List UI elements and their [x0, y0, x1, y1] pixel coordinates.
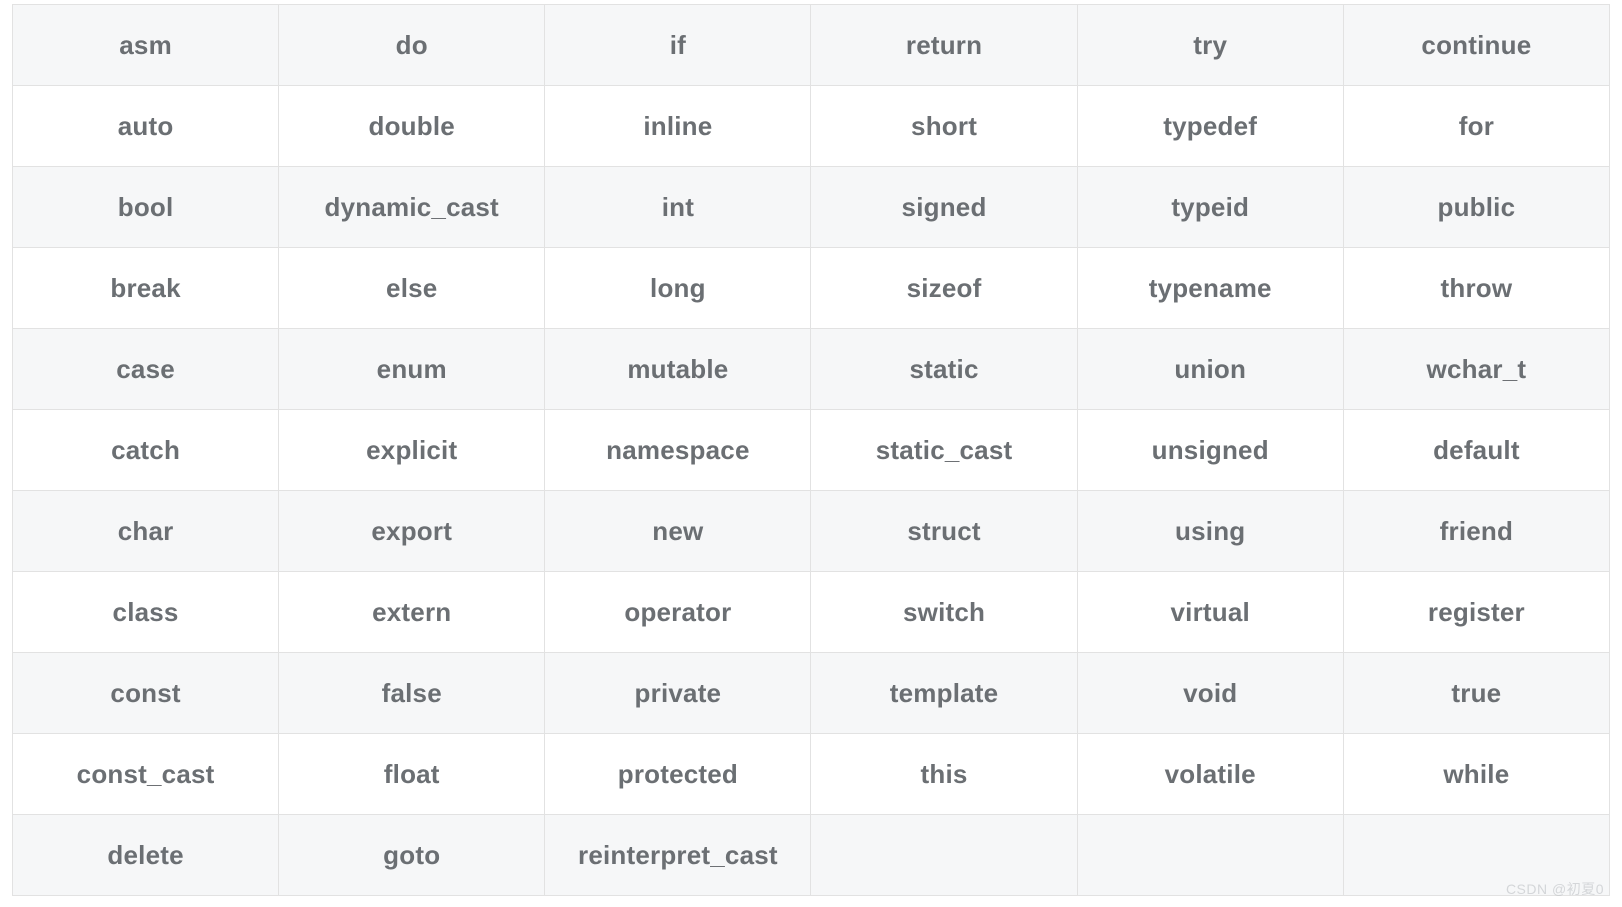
keyword-cell: case	[13, 329, 279, 410]
keyword-cell: for	[1343, 86, 1609, 167]
keyword-cell: typedef	[1077, 86, 1343, 167]
keyword-cell: signed	[811, 167, 1077, 248]
keyword-cell: using	[1077, 491, 1343, 572]
keyword-cell: bool	[13, 167, 279, 248]
keyword-cell: friend	[1343, 491, 1609, 572]
keyword-cell: void	[1077, 653, 1343, 734]
keyword-cell: const_cast	[13, 734, 279, 815]
table-row: delete goto reinterpret_cast	[13, 815, 1610, 896]
keyword-cell: continue	[1343, 5, 1609, 86]
keyword-cell: long	[545, 248, 811, 329]
keyword-cell: register	[1343, 572, 1609, 653]
table-row: class extern operator switch virtual reg…	[13, 572, 1610, 653]
keyword-cell: template	[811, 653, 1077, 734]
keyword-cell: sizeof	[811, 248, 1077, 329]
keyword-cell: return	[811, 5, 1077, 86]
keyword-cell: operator	[545, 572, 811, 653]
keyword-cell: int	[545, 167, 811, 248]
table-row: catch explicit namespace static_cast uns…	[13, 410, 1610, 491]
keyword-cell: while	[1343, 734, 1609, 815]
keyword-cell: auto	[13, 86, 279, 167]
keyword-cell: union	[1077, 329, 1343, 410]
keyword-cell: extern	[279, 572, 545, 653]
keyword-cell: enum	[279, 329, 545, 410]
keyword-cell: explicit	[279, 410, 545, 491]
keyword-cell: mutable	[545, 329, 811, 410]
table-row: bool dynamic_cast int signed typeid publ…	[13, 167, 1610, 248]
keywords-table: asm do if return try continue auto doubl…	[12, 4, 1610, 896]
keyword-cell: struct	[811, 491, 1077, 572]
keyword-cell: const	[13, 653, 279, 734]
keyword-cell: false	[279, 653, 545, 734]
keyword-cell: class	[13, 572, 279, 653]
keyword-cell: true	[1343, 653, 1609, 734]
keyword-cell: catch	[13, 410, 279, 491]
keyword-cell: protected	[545, 734, 811, 815]
keyword-cell: switch	[811, 572, 1077, 653]
keyword-cell: wchar_t	[1343, 329, 1609, 410]
keyword-cell: public	[1343, 167, 1609, 248]
keyword-cell	[811, 815, 1077, 896]
keyword-cell: static	[811, 329, 1077, 410]
keyword-cell: double	[279, 86, 545, 167]
keyword-cell: namespace	[545, 410, 811, 491]
keyword-cell: virtual	[1077, 572, 1343, 653]
keyword-cell: typename	[1077, 248, 1343, 329]
table-row: auto double inline short typedef for	[13, 86, 1610, 167]
keyword-cell	[1077, 815, 1343, 896]
keyword-cell: asm	[13, 5, 279, 86]
table-row: const false private template void true	[13, 653, 1610, 734]
keyword-cell: inline	[545, 86, 811, 167]
keyword-cell: export	[279, 491, 545, 572]
keyword-cell: dynamic_cast	[279, 167, 545, 248]
keyword-cell: break	[13, 248, 279, 329]
keyword-cell: short	[811, 86, 1077, 167]
keyword-cell: do	[279, 5, 545, 86]
table-row: const_cast float protected this volatile…	[13, 734, 1610, 815]
keyword-cell: static_cast	[811, 410, 1077, 491]
table-row: break else long sizeof typename throw	[13, 248, 1610, 329]
keyword-cell: typeid	[1077, 167, 1343, 248]
keyword-cell: char	[13, 491, 279, 572]
keyword-cell: unsigned	[1077, 410, 1343, 491]
keyword-cell: if	[545, 5, 811, 86]
keyword-cell: private	[545, 653, 811, 734]
table-row: char export new struct using friend	[13, 491, 1610, 572]
table-row: asm do if return try continue	[13, 5, 1610, 86]
keyword-cell: else	[279, 248, 545, 329]
keyword-cell: delete	[13, 815, 279, 896]
keyword-cell: goto	[279, 815, 545, 896]
keyword-cell: volatile	[1077, 734, 1343, 815]
keyword-cell: float	[279, 734, 545, 815]
keyword-cell: default	[1343, 410, 1609, 491]
keyword-cell: new	[545, 491, 811, 572]
keyword-cell: reinterpret_cast	[545, 815, 811, 896]
table-row: case enum mutable static union wchar_t	[13, 329, 1610, 410]
keyword-cell	[1343, 815, 1609, 896]
keyword-cell: throw	[1343, 248, 1609, 329]
keyword-cell: this	[811, 734, 1077, 815]
keyword-cell: try	[1077, 5, 1343, 86]
keywords-table-container: asm do if return try continue auto doubl…	[0, 0, 1622, 896]
